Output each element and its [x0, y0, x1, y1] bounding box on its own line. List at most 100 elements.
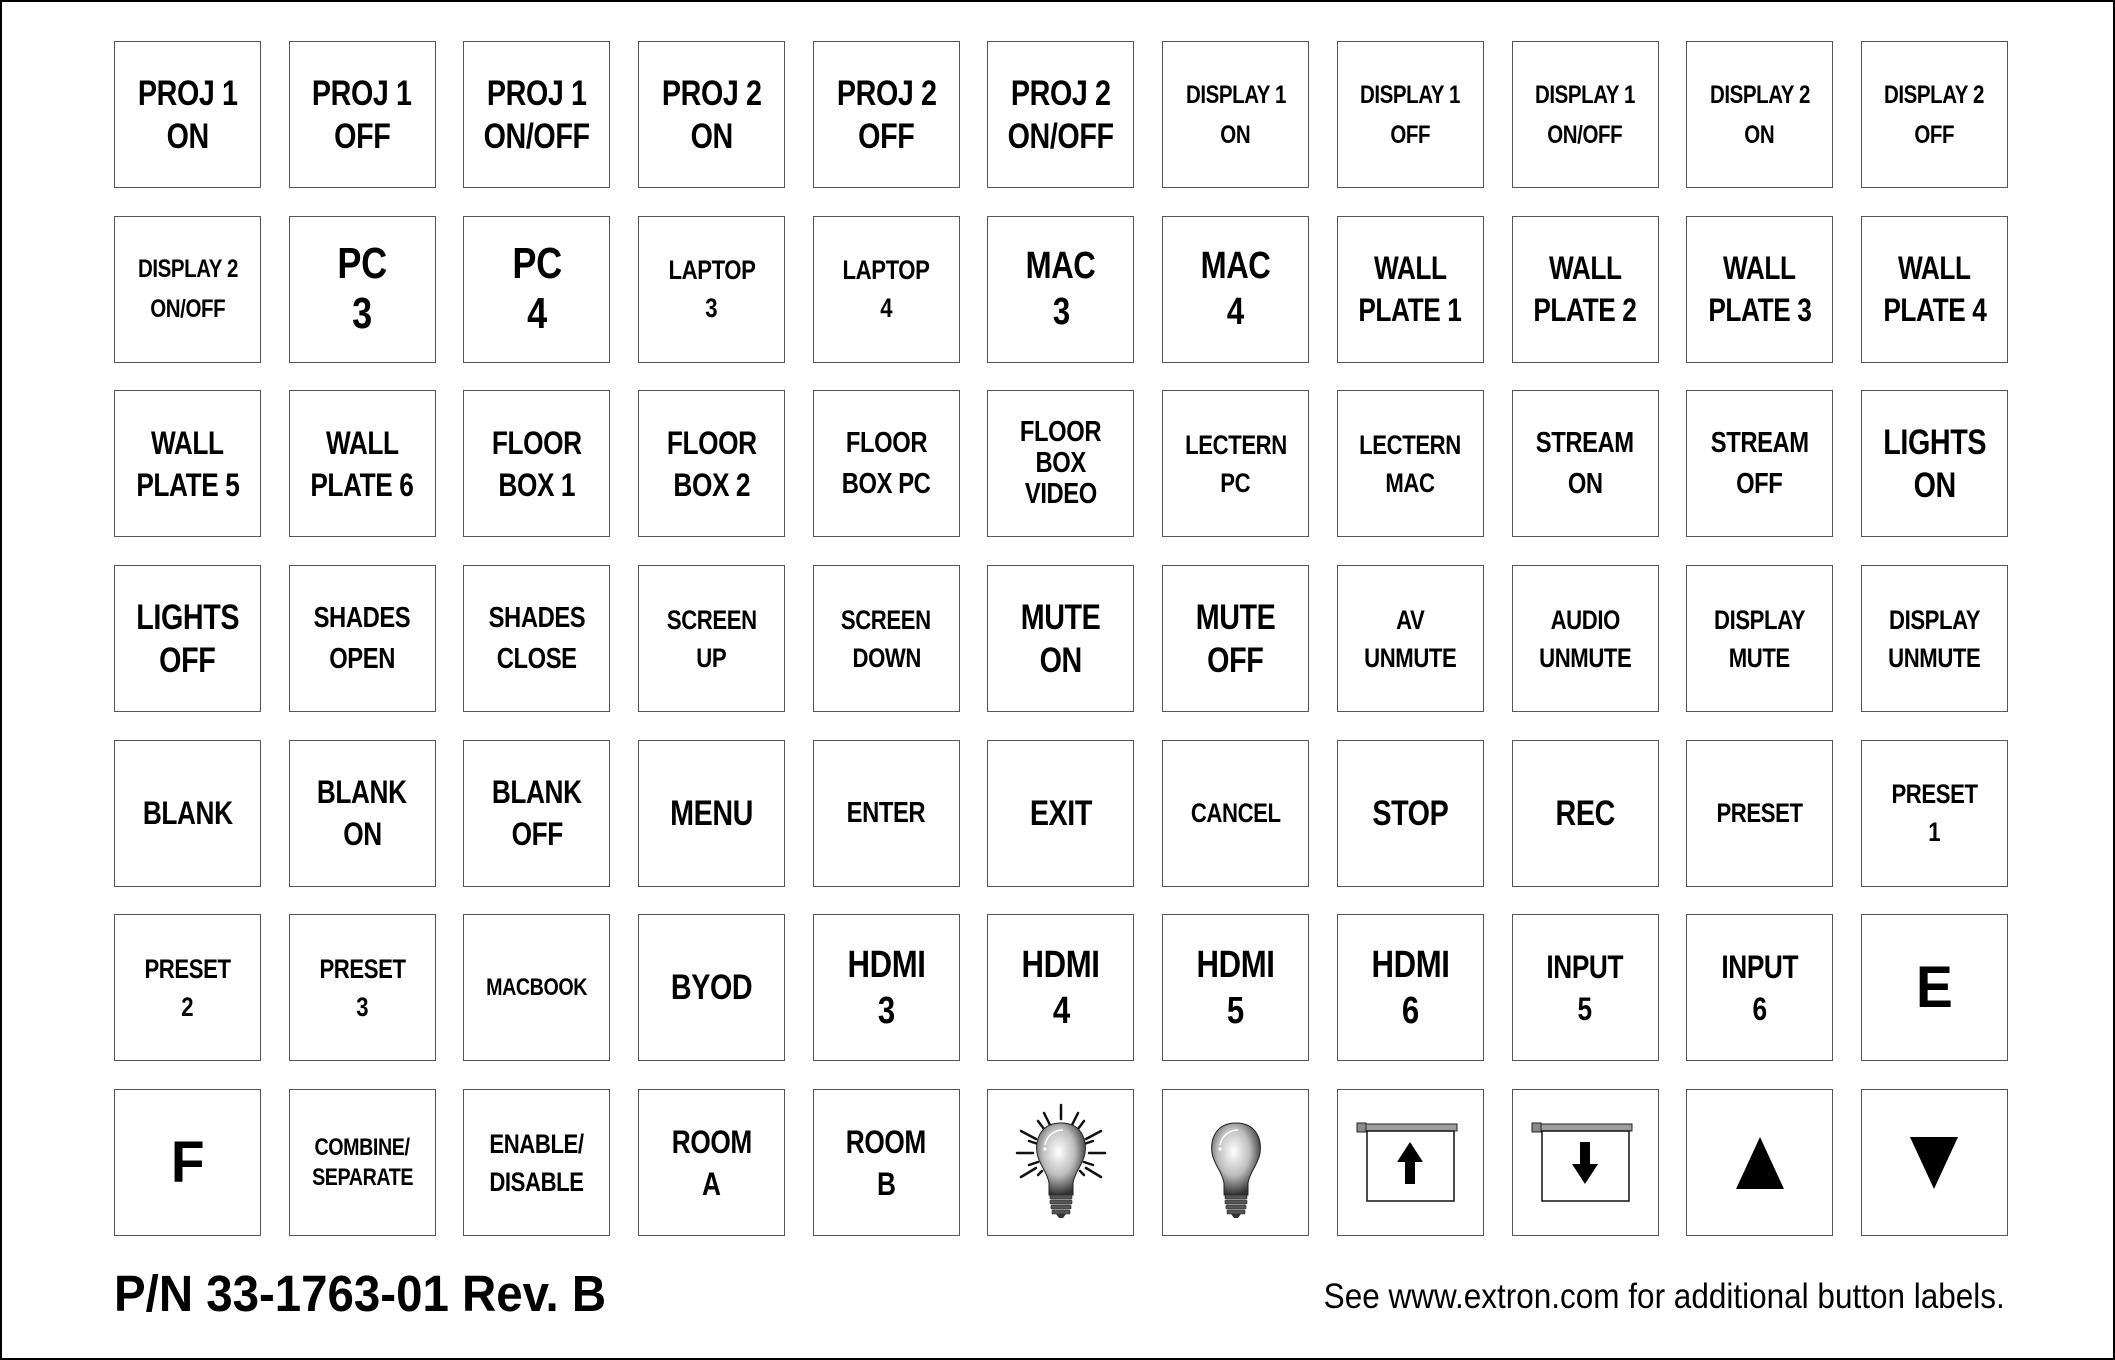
button-label-preset-2[interactable]: PRESET 2 [114, 914, 261, 1062]
button-label-byod[interactable]: BYOD [638, 914, 786, 1062]
button-label-stream-on[interactable]: STREAM ON [1511, 390, 1659, 538]
button-label-enter[interactable]: ENTER [812, 739, 960, 887]
button-label-combine-separate[interactable]: COMBINE/SEPARATE [288, 1089, 436, 1237]
button-label-menu[interactable]: MENU [638, 739, 786, 887]
button-label-f[interactable]: F [114, 1089, 261, 1237]
button-label-room-b[interactable]: ROOM B [812, 1089, 960, 1237]
button-label-stop[interactable]: STOP [1336, 739, 1484, 887]
label-line: F [170, 1129, 205, 1195]
button-label-display-mute[interactable]: DISPLAY MUTE [1686, 565, 1834, 713]
button-label-hdmi-3[interactable]: HDMI 3 [812, 914, 960, 1062]
button-label-shades-close[interactable]: SHADES CLOSE [463, 565, 611, 713]
button-label-proj-2-off[interactable]: PROJ 2 OFF [812, 41, 960, 188]
button-label-cancel[interactable]: CANCEL [1162, 739, 1310, 887]
button-label-input-6[interactable]: INPUT 6 [1686, 914, 1834, 1062]
button-label-input-5[interactable]: INPUT 5 [1511, 914, 1659, 1062]
button-label-display-unmute[interactable]: DISPLAY UNMUTE [1860, 565, 2008, 713]
label-line: DISPLAY 1 [1185, 80, 1286, 109]
button-label-display-2-off[interactable]: DISPLAY 2 OFF [1860, 41, 2008, 188]
button-label-wall-plate-4[interactable]: WALL PLATE 4 [1860, 215, 2008, 363]
button-label-pc-3[interactable]: PC 3 [288, 215, 436, 363]
button-label-blank[interactable]: BLANK [114, 739, 261, 887]
button-label-e[interactable]: E [1860, 914, 2008, 1062]
button-label-floor-box-pc[interactable]: FLOOR BOX PC [812, 390, 960, 538]
label-line: PROJ 1 [312, 73, 413, 113]
button-label-display-1-off[interactable]: DISPLAY 1 OFF [1336, 41, 1484, 188]
button-label-lights-on[interactable]: LIGHTS ON [1860, 390, 2008, 538]
label-line: BLANK [491, 774, 582, 811]
button-label-wall-plate-1[interactable]: WALL PLATE 1 [1336, 215, 1484, 363]
button-label-blank-on[interactable]: BLANK ON [288, 739, 436, 887]
button-label-mac-3[interactable]: MAC 3 [987, 215, 1135, 363]
label-line: PRESET [144, 953, 231, 984]
button-label-floor-box-1[interactable]: FLOOR BOX 1 [463, 390, 611, 538]
label-line: PLATE 6 [310, 466, 414, 503]
label-line: OFF [159, 640, 216, 680]
label-line: PROJ 2 [661, 73, 762, 113]
button-label-lectern-mac[interactable]: LECTERN MAC [1336, 390, 1484, 538]
button-label-mac-4[interactable]: MAC 4 [1162, 215, 1310, 363]
label-line: FLOOR [845, 426, 928, 459]
button-label-av-unmute[interactable]: AV UNMUTE [1336, 565, 1484, 713]
button-label-laptop-4[interactable]: LAPTOP 4 [812, 215, 960, 363]
label-line: CANCEL [1190, 798, 1281, 829]
label-line: MUTE [1195, 597, 1276, 637]
button-label-display-1-on[interactable]: DISPLAY 1 ON [1162, 41, 1310, 188]
button-label-wall-plate-6[interactable]: WALL PLATE 6 [288, 390, 436, 538]
button-label-proj-2-on-off[interactable]: PROJ 2 ON/OFF [987, 41, 1135, 188]
button-label-screen-down[interactable] [1511, 1089, 1659, 1237]
label-line: MAC [1200, 245, 1271, 288]
label-line: LAPTOP [668, 255, 756, 286]
button-label-screen-up[interactable] [1336, 1089, 1484, 1237]
button-label-hdmi-6[interactable]: HDMI 6 [1336, 914, 1484, 1062]
button-label-macbook[interactable]: MACBOOK [463, 914, 611, 1062]
label-line: 6 [1752, 990, 1768, 1027]
label-line: UNMUTE [1888, 642, 1981, 673]
button-label-triangle-down[interactable] [1860, 1089, 2008, 1237]
button-label-proj-1-on-off[interactable]: PROJ 1 ON/OFF [463, 41, 611, 188]
button-label-proj-2-on[interactable]: PROJ 2 ON [638, 41, 786, 188]
label-line: LECTERN [1359, 429, 1462, 460]
label-line: ENABLE/ [489, 1128, 585, 1159]
label-line: PROJ 1 [487, 73, 587, 113]
button-label-laptop-3[interactable]: LAPTOP 3 [638, 215, 786, 363]
button-label-blank-off[interactable]: BLANK OFF [463, 739, 611, 887]
button-label-hdmi-4[interactable]: HDMI 4 [987, 914, 1135, 1062]
label-line: 5 [1577, 990, 1593, 1027]
button-label-stream-off[interactable]: STREAM OFF [1686, 390, 1834, 538]
button-label-preset[interactable]: PRESET [1686, 739, 1834, 887]
button-label-proj-1-on[interactable]: PROJ 1 ON [114, 41, 261, 188]
button-label-exit[interactable]: EXIT [987, 739, 1135, 887]
label-line: AUDIO [1550, 604, 1620, 635]
button-label-display-2-on-off[interactable]: DISPLAY 2 ON/OFF [114, 215, 261, 363]
button-label-preset-3[interactable]: PRESET 3 [288, 914, 436, 1062]
button-label-screen-up[interactable]: SCREEN UP [638, 565, 786, 713]
button-label-lectern-pc[interactable]: LECTERN PC [1162, 390, 1310, 538]
button-label-rec[interactable]: REC [1511, 739, 1659, 887]
button-label-enable-disable[interactable]: ENABLE/DISABLE [463, 1089, 611, 1237]
button-label-display-1-on-off[interactable]: DISPLAY 1 ON/OFF [1511, 41, 1659, 188]
button-label-mute-on[interactable]: MUTE ON [987, 565, 1135, 713]
button-label-preset-1[interactable]: PRESET 1 [1860, 739, 2008, 887]
button-label-triangle-up[interactable] [1686, 1089, 1834, 1237]
button-label-lights-off[interactable]: LIGHTS OFF [114, 565, 261, 713]
button-label-wall-plate-2[interactable]: WALL PLATE 2 [1511, 215, 1659, 363]
label-line: FLOOR [1020, 416, 1102, 449]
button-label-shades-open[interactable]: SHADES OPEN [288, 565, 436, 713]
button-label-floor-box-video[interactable]: FLOOR BOX VIDEO [987, 390, 1135, 538]
button-label-room-a[interactable]: ROOM A [638, 1089, 786, 1237]
button-label-hdmi-5[interactable]: HDMI 5 [1162, 914, 1310, 1062]
button-label-audio-unmute[interactable]: AUDIO UNMUTE [1511, 565, 1659, 713]
button-label-screen-down[interactable]: SCREEN DOWN [812, 565, 960, 713]
button-label-light-bulb-on[interactable] [987, 1089, 1135, 1237]
button-label-wall-plate-5[interactable]: WALL PLATE 5 [114, 390, 261, 538]
button-label-proj-1-off[interactable]: PROJ 1 OFF [288, 41, 436, 188]
label-line: BOX 1 [498, 466, 576, 503]
button-label-pc-4[interactable]: PC 4 [463, 215, 611, 363]
button-label-light-bulb-off[interactable] [1162, 1089, 1310, 1237]
button-label-mute-off[interactable]: MUTE OFF [1162, 565, 1310, 713]
button-label-floor-box-2[interactable]: FLOOR BOX 2 [638, 390, 786, 538]
button-label-wall-plate-3[interactable]: WALL PLATE 3 [1686, 215, 1834, 363]
label-line: DISPLAY 1 [1360, 80, 1461, 109]
button-label-display-2-on[interactable]: DISPLAY 2 ON [1686, 41, 1834, 188]
